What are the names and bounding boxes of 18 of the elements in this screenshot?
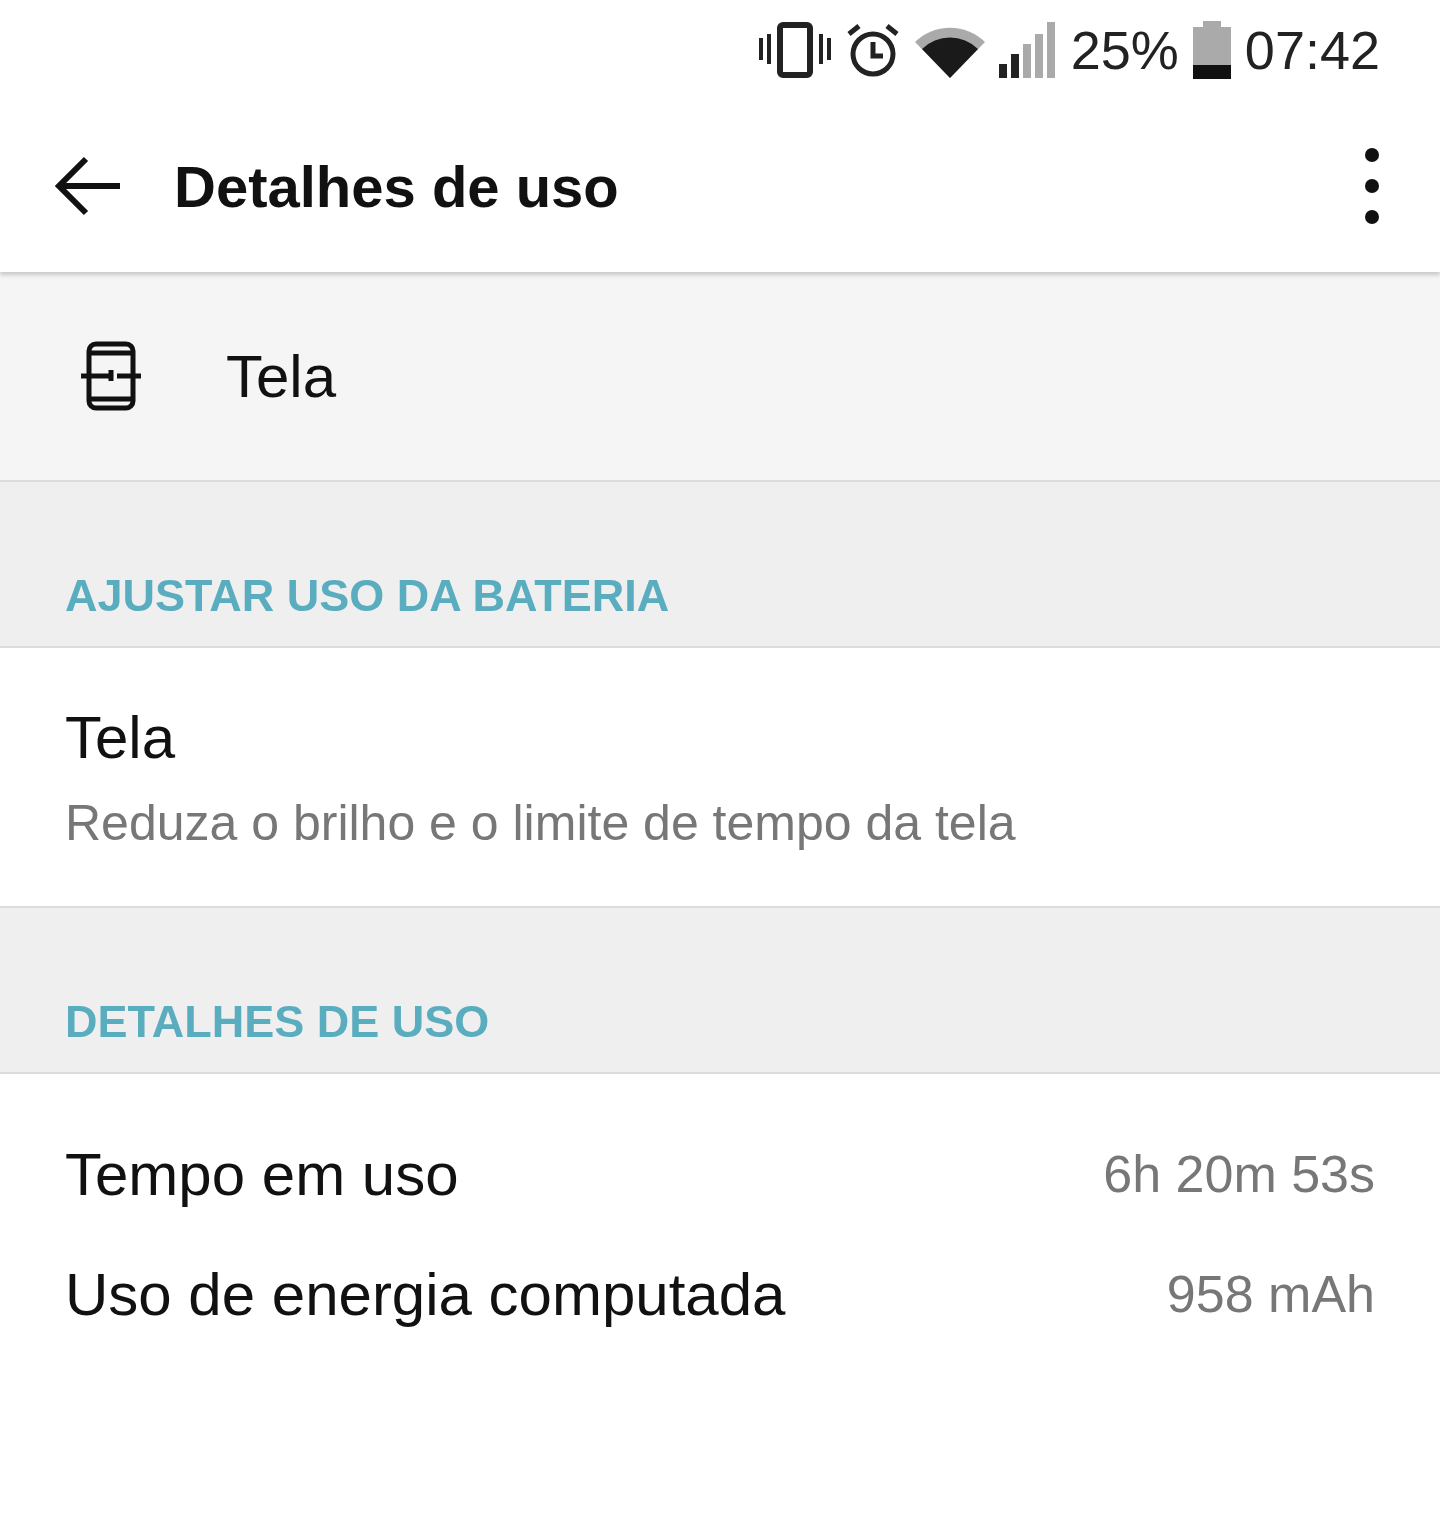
- app-name: Tela: [226, 341, 337, 411]
- stat-label: Tempo em uso: [65, 1139, 459, 1209]
- signal-icon: [998, 22, 1057, 78]
- section-title: AJUSTAR USO DA BATERIA: [65, 570, 670, 622]
- clock-time: 07:42: [1244, 19, 1380, 81]
- stat-value: 958 mAh: [1166, 1264, 1375, 1324]
- more-options-button[interactable]: [1364, 147, 1380, 225]
- item-title: Tela: [65, 702, 177, 772]
- battery-percent: 25%: [1070, 19, 1179, 81]
- item-subtitle: Reduza o brilho e o limite de tempo da tela: [65, 793, 1017, 852]
- back-button[interactable]: [54, 155, 122, 217]
- vibrate-icon: [758, 22, 831, 78]
- stat-label: Uso de energia computada: [65, 1259, 786, 1329]
- section-title: DETALHES DE USO: [65, 996, 490, 1048]
- screen-icon: [80, 341, 142, 411]
- stat-value: 6h 20m 53s: [1103, 1144, 1375, 1204]
- screen-title: Detalhes de uso: [174, 152, 620, 220]
- battery-icon: [1192, 21, 1231, 79]
